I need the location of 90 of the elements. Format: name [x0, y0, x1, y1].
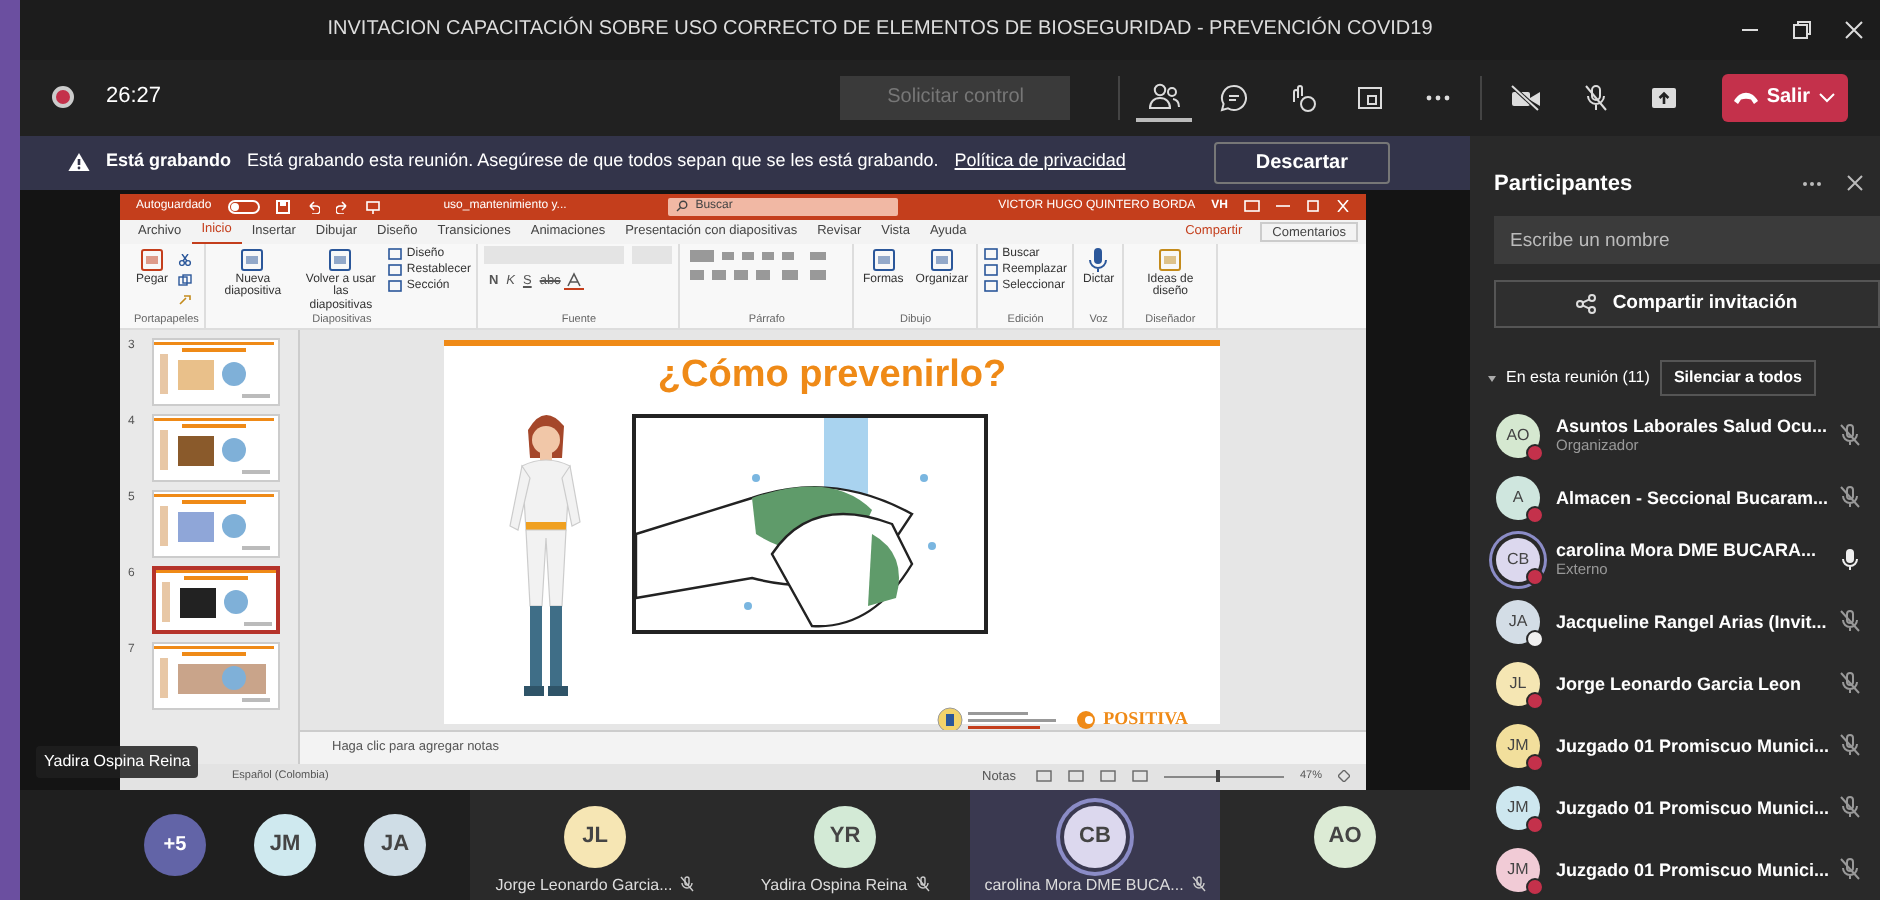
undo-icon[interactable]	[305, 199, 320, 213]
reading-view-icon[interactable]	[1099, 770, 1116, 782]
warning-icon	[68, 152, 90, 172]
section-label: En esta reunión (11)	[1506, 366, 1652, 390]
leave-button[interactable]: Salir	[1722, 73, 1848, 122]
avatar: JA	[1496, 599, 1540, 643]
recording-message: Está grabando esta reunión. Asegúrese de que todos sepan que se les está grabando.	[247, 148, 939, 175]
participant-name: Jorge Leonardo Garcia...	[495, 875, 673, 893]
new-slide-icon	[238, 245, 267, 273]
search-icon	[675, 200, 688, 212]
format-painter-icon[interactable]	[178, 293, 193, 305]
close-icon[interactable]	[1846, 174, 1864, 193]
cut-icon[interactable]	[178, 253, 193, 265]
phone-icon	[1734, 91, 1759, 104]
participant-row[interactable]: JM Juzgado 01 Promiscuo Munici...	[1470, 838, 1880, 900]
avatar: JM	[1496, 785, 1540, 829]
participant-row[interactable]: JA Jacqueline Rangel Arias (Invit...	[1470, 590, 1880, 652]
meeting-timer: 26:27	[106, 82, 162, 113]
muted-microphone-icon	[915, 876, 930, 892]
microphone-off-icon	[1582, 83, 1611, 112]
avatar: CB	[1064, 805, 1126, 867]
participant-name: Almacen - Seccional Bucaram...	[1556, 487, 1824, 507]
share-tray-icon	[1356, 83, 1385, 112]
slide-thumbnail[interactable]	[152, 565, 280, 633]
avatar: JA	[364, 813, 426, 875]
save-icon[interactable]	[275, 199, 290, 213]
search-field[interactable]: Escribe un nombre	[1494, 216, 1880, 264]
redo-icon[interactable]	[335, 199, 350, 213]
ribbon-options-icon[interactable]	[1244, 200, 1260, 212]
participant-name: Juzgado 01 Promiscuo Munici...	[1556, 797, 1824, 817]
participant-row[interactable]: A Almacen - Seccional Bucaram...	[1470, 466, 1880, 528]
more-options-icon[interactable]	[1802, 179, 1822, 188]
participant-name: carolina Mora DME BUCA...	[984, 875, 1184, 893]
participant-row[interactable]: JM Juzgado 01 Promiscuo Munici...	[1470, 714, 1880, 776]
arrange-icon	[927, 245, 956, 273]
recording-title: Está grabando	[106, 148, 232, 175]
muted-microphone-icon	[680, 876, 695, 892]
camera-off-icon	[1510, 83, 1543, 112]
participant-name: Juzgado 01 Promiscuo Munici...	[1556, 735, 1824, 755]
close-icon[interactable]	[1844, 19, 1864, 40]
participant-name: Jorge Leonardo Garcia Leon	[1556, 673, 1804, 693]
privacy-link[interactable]: Política de privacidad	[954, 148, 1126, 176]
window-title: INVITACION CAPACITACIÓN SOBRE USO CORRECTO DE ELEMENTOS DE BIOSEGURIDAD - PREVENCIÓN COVID19	[327, 14, 1433, 45]
share-icon	[1576, 294, 1597, 314]
slider-thumb[interactable]	[1216, 770, 1221, 782]
reuse-slides-icon	[326, 245, 355, 273]
avatar: JL	[1496, 661, 1540, 705]
participant-name: Asuntos Laborales Salud Ocu...	[1556, 416, 1824, 436]
hand-icon	[1288, 83, 1317, 112]
design-ideas-icon	[1156, 245, 1185, 273]
brand-name: POSITIVA	[1103, 705, 1188, 732]
dismiss-button[interactable]: Descartar	[1213, 141, 1390, 183]
participant-row[interactable]: JM Juzgado 01 Promiscuo Munici...	[1470, 776, 1880, 838]
avatar: JL	[564, 805, 626, 867]
people-icon	[1148, 81, 1181, 110]
participant-name: carolina Mora DME BUCARA...	[1556, 540, 1819, 560]
participant-name: Jacqueline Rangel Arias (Invit...	[1556, 611, 1824, 631]
fit-icon[interactable]	[1338, 770, 1350, 782]
share-invitation-button[interactable]: Compartir invitación	[1494, 280, 1880, 328]
clipboard-icon	[138, 245, 166, 273]
chat-icon	[1220, 83, 1249, 112]
participant-name: Juzgado 01 Promiscuo Munici...	[1556, 859, 1824, 879]
shapes-icon	[869, 245, 898, 273]
presenter-label: Yadira Ospina Reina	[36, 745, 199, 777]
participant-name: Yadira Ospina Reina	[760, 875, 908, 893]
muted-microphone-icon	[1191, 876, 1206, 892]
panel-title: Participantes	[1492, 169, 1635, 199]
crest-logo-drawing	[935, 705, 1060, 733]
autosave-toggle[interactable]	[227, 199, 260, 213]
participant-row[interactable]: JL Jorge Leonardo Garcia Leon	[1470, 652, 1880, 714]
avatar: YR	[814, 805, 876, 867]
slideshow-icon[interactable]	[1131, 770, 1148, 782]
avatar: JM	[1496, 723, 1540, 767]
maximize-icon[interactable]	[1792, 19, 1812, 40]
caret-icon[interactable]	[1486, 372, 1498, 384]
zoom-slider[interactable]	[1163, 770, 1284, 782]
avatar: AO	[1314, 805, 1376, 867]
sorter-view-icon[interactable]	[1067, 770, 1084, 782]
microphone-icon	[1084, 245, 1113, 273]
normal-view-icon[interactable]	[1035, 770, 1052, 782]
avatar: A	[1496, 475, 1540, 519]
mute-all-button[interactable]: Silenciar a todos	[1659, 360, 1816, 396]
slide-title: ¿Cómo prevenirlo?	[655, 353, 1009, 397]
overflow-avatar[interactable]: +5	[144, 813, 206, 875]
upload-icon	[1650, 83, 1679, 112]
avatar: AO	[1496, 413, 1540, 457]
copy-icon[interactable]	[178, 273, 193, 285]
avatar: JM	[1496, 847, 1540, 891]
chevron-icon	[1818, 91, 1836, 104]
avatar: JM	[254, 813, 316, 875]
